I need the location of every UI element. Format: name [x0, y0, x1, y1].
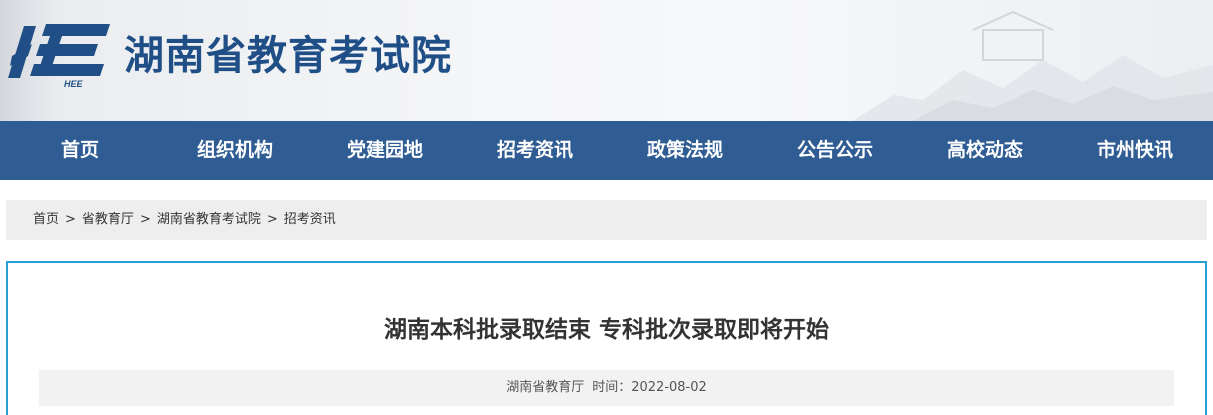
article-time-label: 时间： — [592, 380, 632, 395]
article-source: 湖南省教育厅 — [506, 380, 585, 395]
nav-item-policies[interactable]: 政策法规 — [610, 121, 760, 180]
breadcrumb-separator: > — [65, 212, 76, 227]
nav-item-announcements[interactable]: 公告公示 — [760, 121, 910, 180]
logo-subtext: HEE — [64, 79, 83, 89]
article-meta: 湖南省教育厅 时间：2022-08-02 — [39, 370, 1174, 406]
breadcrumb-link-education-department[interactable]: 省教育厅 — [82, 212, 134, 227]
article-title: 湖南本科批录取结束 专科批次录取即将开始 — [383, 317, 829, 343]
nav-item-university-news[interactable]: 高校动态 — [910, 121, 1060, 180]
nav-item-city-news[interactable]: 市州快讯 — [1060, 121, 1210, 180]
breadcrumb-link-exam-authority[interactable]: 湖南省教育考试院 — [157, 212, 261, 227]
breadcrumb-separator: > — [139, 212, 151, 227]
breadcrumb-separator: > — [266, 212, 278, 227]
breadcrumb-link-home[interactable]: 首页 — [33, 212, 59, 227]
banner-landscape-decoration — [853, 10, 1213, 121]
main-navigation: 首页 组织机构 党建园地 招考资讯 政策法规 公告公示 高校动态 市州快讯 — [0, 121, 1213, 180]
breadcrumb-link-admission-news[interactable]: 招考资讯 — [284, 212, 336, 227]
article-panel: 湖南本科批录取结束 专科批次录取即将开始 湖南省教育厅 时间：2022-08-02 — [6, 261, 1207, 415]
site-title: 湖南省教育考试院 — [124, 33, 452, 79]
article-date: 2022-08-02 — [631, 380, 707, 395]
nav-item-admission-news[interactable]: 招考资讯 — [460, 121, 610, 180]
nav-item-party-building[interactable]: 党建园地 — [310, 121, 460, 180]
nav-item-organization[interactable]: 组织机构 — [160, 121, 310, 180]
hee-logo-icon — [8, 24, 110, 78]
site-banner: HEE 湖南省教育考试院 — [0, 0, 1213, 121]
nav-item-home[interactable]: 首页 — [0, 121, 160, 180]
breadcrumb: 首页 > 省教育厅 > 湖南省教育考试院 > 招考资讯 — [6, 200, 1207, 240]
